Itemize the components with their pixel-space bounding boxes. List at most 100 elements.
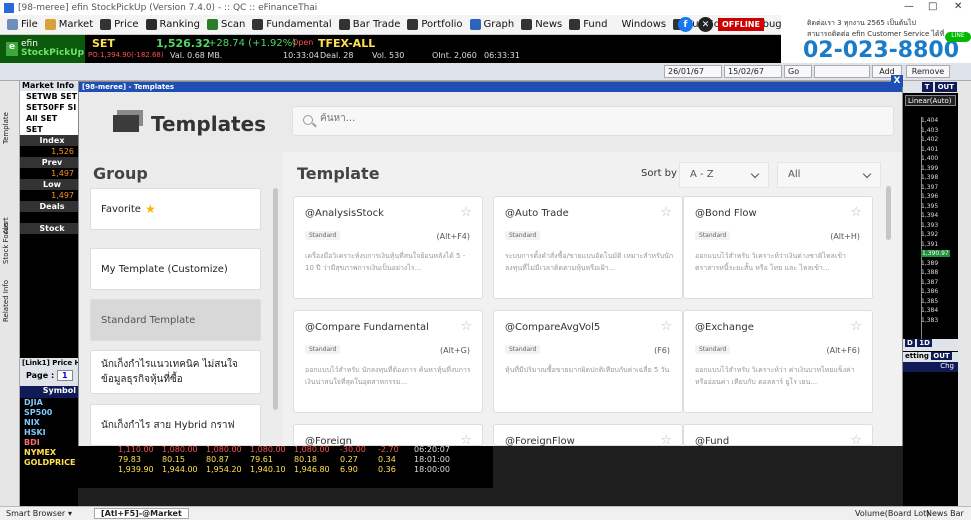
fund-icon <box>569 19 581 30</box>
favorite-star-icon[interactable]: ☆ <box>460 319 472 334</box>
favorite-star-icon[interactable]: ☆ <box>660 433 672 448</box>
menu-portfolio[interactable]: Portfolio <box>407 19 463 30</box>
market-info-row: Index <box>20 135 78 146</box>
card-title: @Auto Trade <box>505 208 569 219</box>
card-tag: Standard <box>305 231 341 240</box>
menu-ranking[interactable]: Ranking <box>145 19 200 30</box>
menu-file[interactable]: File <box>7 19 38 30</box>
volume-unit[interactable]: Volume(Board Lot) <box>855 509 929 518</box>
date-from-field[interactable]: 26/01/67 <box>664 65 722 78</box>
menu-fundamental[interactable]: Fundamental <box>252 19 332 30</box>
facebook-icon[interactable]: f <box>678 17 693 32</box>
chevron-down-icon[interactable]: ▾ <box>68 509 72 518</box>
menu-news[interactable]: News <box>521 19 562 30</box>
favorite-star-icon[interactable]: ☆ <box>660 319 672 334</box>
group-item[interactable]: นักเก็งกำไรแนวเทคนิค ไม่สนใจ ข้อมูลธุรกิ… <box>90 350 261 394</box>
t-button[interactable]: T <box>921 82 933 92</box>
favorite-star-icon[interactable]: ☆ <box>660 205 672 220</box>
menu-label: Fund <box>583 19 608 30</box>
date-to-field[interactable]: 15/02/67 <box>724 65 782 78</box>
menu-bar: File Market Price Ranking Scan Fundamental Bar… <box>0 15 782 35</box>
symbol-row[interactable]: NIX <box>20 418 78 428</box>
sort-select[interactable]: A - Z <box>679 162 769 188</box>
symbol-row[interactable]: NYMEX <box>20 448 78 458</box>
group-label: My Template (Customize) <box>101 263 228 275</box>
out-button[interactable]: OUT <box>934 82 957 92</box>
price-tick-label: 1,395 <box>921 202 939 210</box>
template-card[interactable]: @Fund ☆ <box>683 424 873 448</box>
market-info-row: Stock <box>20 223 78 234</box>
template-card[interactable]: @Exchange Standard (Alt+F6) ออกแบบไว้สำหรับ… <box>683 310 873 413</box>
menu-bar-trade[interactable]: Bar Trade <box>338 19 400 30</box>
page-input[interactable]: 1 <box>56 370 73 381</box>
search-input[interactable] <box>320 113 620 124</box>
group-item[interactable]: Favorite ★ <box>90 188 261 230</box>
minimize-button[interactable]: — <box>904 1 914 12</box>
symbol-row[interactable]: DJIA <box>20 398 78 408</box>
favorite-star-icon[interactable]: ☆ <box>850 319 862 334</box>
out2-button[interactable]: OUT <box>931 352 952 360</box>
smart-browser-button[interactable]: Smart Browser <box>6 509 65 518</box>
group-item[interactable]: My Template (Customize) <box>90 248 261 290</box>
market-info-row[interactable]: All SET <box>20 113 78 124</box>
market-cell: 1,944.00 <box>162 465 198 474</box>
filter-select[interactable]: All <box>777 162 881 188</box>
tab-market[interactable]: [Atl+F5]-@Market <box>94 508 189 519</box>
close-dialog-button[interactable]: X <box>891 75 903 87</box>
remove-button[interactable]: Remove <box>906 65 950 78</box>
close-window-button[interactable]: ✕ <box>954 1 962 12</box>
card-description: หุ้นที่มีปริมาณซื้อขายมากผิดปกติเทียบกับ… <box>505 366 670 374</box>
setting-label[interactable]: etting <box>905 352 929 360</box>
template-card[interactable]: @Bond Flow Standard (Alt+H) ออกแบบไว้สำหรับ… <box>683 196 873 299</box>
tab-related-info[interactable]: Related Info <box>2 271 17 331</box>
scale-mode-select[interactable]: Linear(Auto) <box>905 95 956 106</box>
symbol-row[interactable]: HSKI <box>20 428 78 438</box>
one-d-button[interactable]: 1D <box>917 339 932 347</box>
tab-template[interactable]: Template <box>2 101 17 156</box>
template-heading: Template <box>297 164 380 183</box>
quote-time: 10:33:04 <box>283 51 319 60</box>
maximize-button[interactable]: □ <box>928 1 937 12</box>
favorite-star-icon[interactable]: ☆ <box>460 205 472 220</box>
symbol-row[interactable]: GOLDPRICE <box>20 458 78 468</box>
favorite-star-icon[interactable]: ☆ <box>850 205 862 220</box>
tab-stock-focus[interactable]: Stock Focus <box>2 206 17 281</box>
market-info-row[interactable]: SETWB SET <box>20 91 78 102</box>
favorite-star-icon[interactable]: ☆ <box>850 433 862 448</box>
symbol-row[interactable]: SP500 <box>20 408 78 418</box>
menu-price[interactable]: Price <box>100 19 139 30</box>
template-card[interactable]: @Auto Trade Standard ระบบการตั้งคำสั่งซื้อ… <box>493 196 683 299</box>
market-info-row[interactable]: SET50FF SI <box>20 102 78 113</box>
market-info-row[interactable]: SET <box>20 124 78 135</box>
line-badge[interactable]: LINE <box>945 32 971 42</box>
card-description: ออกแบบไว้สำหรับ วิเคราะห์ว่าเงินต่างชาติ… <box>695 252 846 272</box>
x-icon[interactable]: ✕ <box>698 17 713 32</box>
go-button[interactable]: Go <box>784 65 812 78</box>
menu-graph[interactable]: Graph <box>469 19 514 30</box>
template-card[interactable]: @Compare Fundamental Standard (Alt+G) ออกแบ… <box>293 310 483 413</box>
template-card[interactable]: @ForeignFlow ☆ <box>493 424 683 448</box>
group-scrollbar[interactable] <box>273 188 278 410</box>
menu-windows[interactable]: Windows <box>621 19 666 30</box>
menu-market[interactable]: Market <box>44 19 93 30</box>
symbol-select[interactable] <box>814 65 870 78</box>
menu-scan[interactable]: Scan <box>206 19 245 30</box>
template-card[interactable]: @CompareAvgVol5 Standard (F6) หุ้นที่มีปริม… <box>493 310 683 413</box>
news-bar-button[interactable]: News Bar <box>926 509 964 518</box>
card-title: @ForeignFlow <box>505 436 575 447</box>
search-box[interactable] <box>292 106 894 136</box>
symbol-row[interactable]: BDI <box>20 438 78 448</box>
menu-fund[interactable]: Fund <box>569 19 607 30</box>
card-shortcut: (Alt+F4) <box>436 232 470 241</box>
template-card[interactable]: @Foreign ☆ <box>293 424 483 448</box>
group-heading: Group <box>93 164 148 183</box>
template-card[interactable]: @AnalysisStock Standard (Alt+F4) เครื่องมือ… <box>293 196 483 299</box>
group-item[interactable]: Standard Template <box>90 299 261 341</box>
d-button[interactable]: D <box>905 339 915 347</box>
market-cell: 80.18 <box>294 455 317 464</box>
favorite-star-icon[interactable]: ☆ <box>460 433 472 448</box>
template-scrollbar[interactable] <box>886 186 891 240</box>
group-item[interactable]: นักเก็งกำไร สาย Hybrid กราฟ <box>90 404 261 446</box>
quote-symbol: SET <box>92 37 115 50</box>
promo-banner[interactable]: ติดต่อเรา 3 ทุกงาน 2565 เป็นต้นไป สามารถ… <box>781 15 971 63</box>
